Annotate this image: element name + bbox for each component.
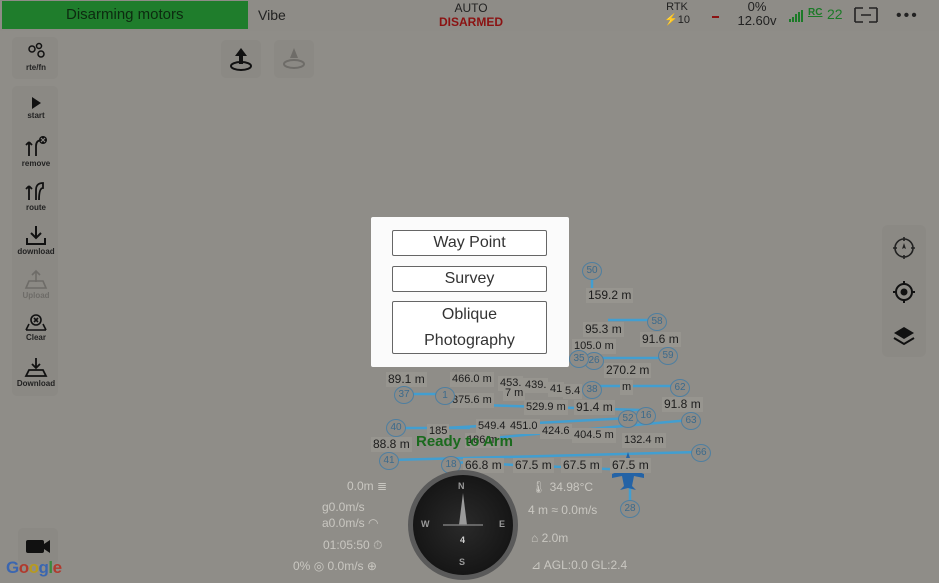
google-logo: Google <box>6 558 62 577</box>
waypoint-marker[interactable]: 37 <box>394 386 414 404</box>
distance-label: 91.6 m <box>640 332 681 347</box>
flight-time-readout: 01:05:50 ⏱ <box>323 538 383 552</box>
throttle-vspeed-readout: 0% ◎ 0.0m/s ⊕ <box>293 559 377 573</box>
waypoint-marker[interactable]: 66 <box>691 444 711 462</box>
distance-label: 159.2 m <box>586 288 634 303</box>
air-speed-readout: a0.0m/s ◠ <box>322 516 379 530</box>
distance-label: 7 m <box>503 386 526 401</box>
distance-label: 375.6 m <box>450 393 494 408</box>
waypoint-marker[interactable]: 62 <box>670 379 690 397</box>
waypoint-marker[interactable]: 38 <box>582 381 602 399</box>
way-point-button[interactable]: Way Point <box>392 230 547 256</box>
waypoint-marker[interactable]: 1 <box>435 387 455 405</box>
distance-label: 132.4 m <box>622 433 666 448</box>
agl-readout: ⊿ AGL:0.0 GL:2.4 <box>531 558 628 572</box>
distance-label: 5.4 <box>563 384 583 399</box>
ground-speed-readout: g0.0m/s <box>322 500 365 514</box>
survey-button[interactable]: Survey <box>392 266 547 292</box>
waypoint-marker[interactable]: 35 <box>569 350 589 368</box>
waypoint-marker[interactable]: 58 <box>647 313 667 331</box>
distance-label: 91.8 m <box>662 397 703 412</box>
distance-label: 424.6 <box>540 424 572 439</box>
distance-label: 91.4 m <box>574 400 615 415</box>
vspeed-icon: ⊕ <box>366 559 377 573</box>
mission-type-dialog: Way Point Survey Oblique Photography <box>371 217 569 367</box>
oblique-photography-button[interactable]: Oblique Photography <box>392 301 547 354</box>
distance-label: 439. <box>523 378 549 393</box>
distance-label: 451.0 <box>508 419 540 434</box>
waypoint-marker[interactable]: 28 <box>620 500 640 518</box>
distance-label: 466.0 m <box>450 372 494 387</box>
distance-label: 88.8 m <box>371 437 412 452</box>
ready-to-arm-text: Ready to Arm <box>416 433 513 450</box>
thermometer-icon: 🌡 <box>531 480 547 494</box>
waypoint-marker[interactable]: 40 <box>386 419 406 437</box>
distance-label: 549.4 <box>476 419 508 434</box>
home-icon: ⌂ <box>531 531 539 545</box>
waypoint-marker[interactable]: 63 <box>681 412 701 430</box>
waypoint-marker[interactable]: 59 <box>658 347 678 365</box>
distance-label: 89.1 m <box>386 372 427 387</box>
heading-needle-icon <box>443 493 483 526</box>
speedometer-icon: ◠ <box>368 516 379 530</box>
distance-label: 270.2 m <box>604 363 652 378</box>
distance-label: m <box>620 380 634 395</box>
distance-label: 95.3 m <box>583 322 624 337</box>
terrain-icon: ⊿ <box>531 558 542 572</box>
distance-label: 67.5 m <box>513 458 554 473</box>
fan-icon: ◎ <box>313 559 325 573</box>
home-distance-readout: ⌂ 2.0m <box>531 531 569 545</box>
oblique-label-line2: Photography <box>424 332 515 349</box>
distance-label: 404.5 m <box>572 428 616 443</box>
distance-label: 529.9 m <box>524 400 568 415</box>
oblique-label-line1: Oblique <box>441 306 498 323</box>
waypoint-marker[interactable]: 16 <box>636 407 656 425</box>
compass-gauge: N S E W 4 <box>408 470 518 580</box>
distance-label: 41 <box>548 382 565 397</box>
waypoint-marker[interactable]: 50 <box>582 262 602 280</box>
timer-icon: ⏱ <box>373 538 383 552</box>
temperature-readout: 🌡 34.98°C <box>531 480 594 494</box>
waypoint-marker[interactable]: 41 <box>379 452 399 470</box>
altitude-readout: 0.0m ≣ <box>347 479 388 493</box>
waypoint-marker[interactable]: 52 <box>618 410 638 428</box>
distance-wind-readout: 4 m ≈ 0.0m/s <box>528 503 598 517</box>
distance-label: 67.5 m <box>610 458 651 473</box>
altitude-icon: ≣ <box>377 479 388 493</box>
wind-icon: ≈ <box>551 503 558 517</box>
distance-label: 67.5 m <box>561 458 602 473</box>
